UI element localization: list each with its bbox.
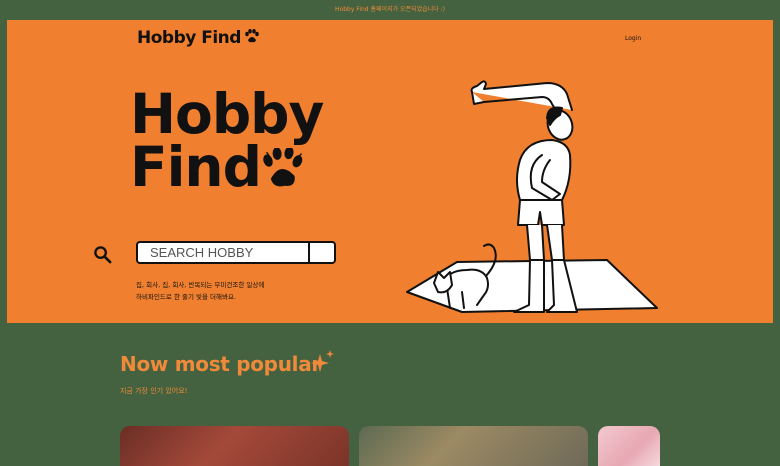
- login-link[interactable]: Login: [625, 35, 641, 42]
- hero-title-line1: Hobby: [130, 82, 324, 146]
- popular-card[interactable]: [598, 426, 660, 466]
- search-box: [136, 241, 336, 264]
- tagline-line2: 하비파인드로 한 줄기 빛을 더해봐요.: [136, 293, 237, 301]
- popular-section-subtitle: 지금 가장 인기 있어요!: [120, 387, 188, 395]
- sparkle-icon: [311, 350, 335, 376]
- popular-card[interactable]: [120, 426, 349, 466]
- search-input[interactable]: [138, 243, 310, 262]
- announcement-bar: Hobby Find 홈페이지가 오픈되었습니다 :): [0, 0, 780, 20]
- search-button[interactable]: [310, 243, 334, 262]
- hero-section: Hobby Find Login Hobby Find SEARCH HOBBY…: [7, 20, 773, 323]
- search-icon[interactable]: [93, 245, 112, 268]
- hero-tagline: 집, 회사, 집, 회사, 반복되는 무미건조한 일상에 하비파인드로 한 줄기…: [136, 279, 336, 303]
- logo-text: Hobby Find: [137, 28, 241, 48]
- hero-illustration: [402, 80, 662, 334]
- paw-icon: [244, 28, 259, 48]
- paw-icon: [261, 144, 303, 194]
- logo[interactable]: Hobby Find: [137, 28, 259, 48]
- tagline-line1: 집, 회사, 집, 회사, 반복되는 무미건조한 일상에: [136, 281, 265, 289]
- popular-card[interactable]: [359, 426, 588, 466]
- popular-section-title: Now most popular: [120, 352, 321, 376]
